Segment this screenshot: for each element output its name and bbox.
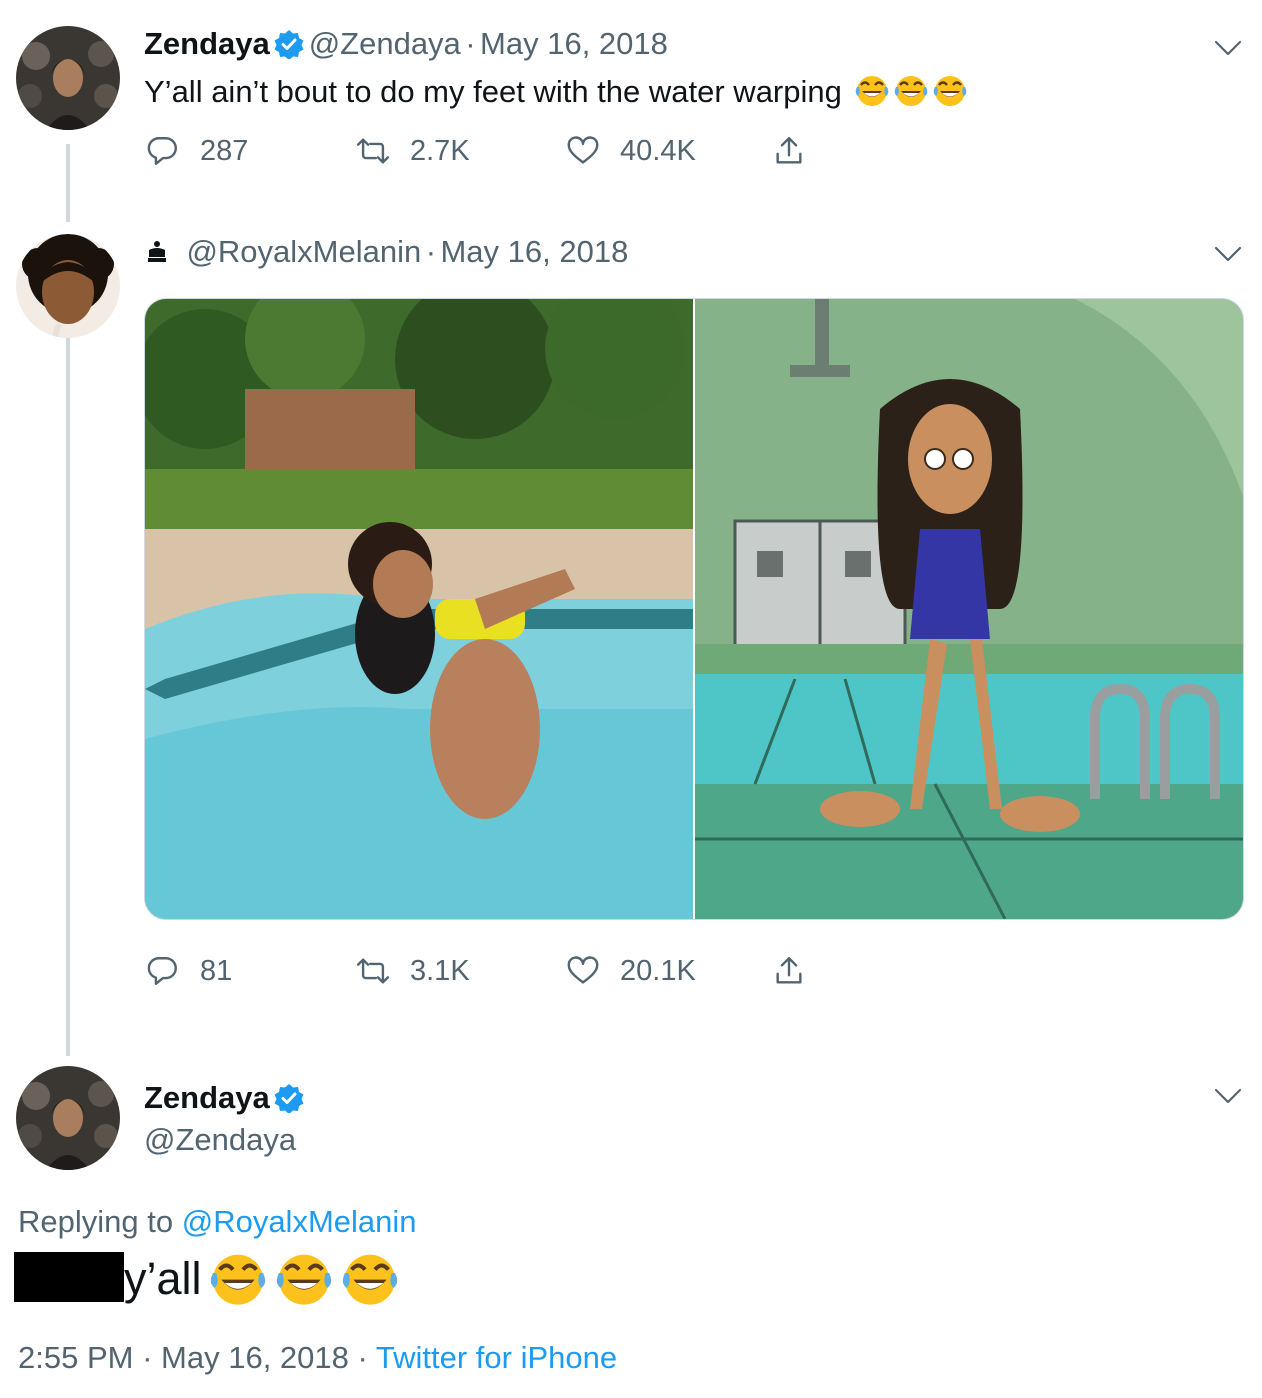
avatar[interactable]	[16, 234, 120, 338]
like-button[interactable]: 20.1K	[566, 954, 696, 988]
joy-emoji-icon	[274, 1248, 334, 1308]
tweet-date[interactable]: May 16, 2018	[161, 1340, 349, 1375]
author-handle[interactable]: @RoyalxMelanin	[186, 234, 421, 269]
chevron-down-icon[interactable]	[1213, 38, 1243, 58]
cartoon-pool-image[interactable]	[695, 299, 1243, 919]
retweet-icon	[356, 954, 390, 988]
avatar[interactable]	[16, 1066, 120, 1170]
tweet-date[interactable]: May 16, 2018	[440, 234, 628, 269]
avatar[interactable]	[16, 26, 120, 130]
share-button[interactable]	[772, 954, 826, 988]
chevron-down-icon[interactable]	[1213, 1086, 1243, 1106]
like-count: 20.1K	[620, 954, 696, 987]
separator-dot: ·	[425, 234, 437, 269]
author-handle[interactable]: @Zendaya	[144, 1122, 296, 1158]
joy-emoji-icon	[340, 1248, 400, 1308]
separator-dot: ·	[357, 1340, 368, 1375]
separator-dot: ·	[465, 26, 476, 61]
tweet-text: y’all	[124, 1253, 202, 1304]
tweet-date[interactable]: May 16, 2018	[480, 26, 668, 61]
retweet-button[interactable]: 3.1K	[356, 954, 470, 988]
thread-line	[66, 338, 70, 1056]
joy-emoji-icon	[854, 72, 890, 108]
chevron-down-icon[interactable]	[1213, 244, 1243, 264]
reply-button[interactable]: 81	[146, 954, 232, 988]
reply-button[interactable]: 287	[146, 134, 248, 168]
share-icon	[772, 134, 806, 168]
retweet-button[interactable]: 2.7K	[356, 134, 470, 168]
replying-to-handle[interactable]: @RoyalxMelanin	[182, 1204, 417, 1239]
reply-icon	[146, 134, 180, 168]
share-icon	[772, 954, 806, 988]
crown-icon	[148, 241, 166, 262]
joy-emoji-icon	[208, 1248, 268, 1308]
retweet-count: 3.1K	[410, 954, 470, 987]
retweet-icon	[356, 134, 390, 168]
separator-dot: ·	[142, 1340, 153, 1375]
tweet-source-link[interactable]: Twitter for iPhone	[376, 1340, 617, 1375]
reply-count: 287	[200, 134, 249, 167]
retweet-count: 2.7K	[410, 134, 470, 167]
media-grid	[144, 298, 1244, 920]
heart-icon	[566, 954, 600, 988]
thread-line	[66, 144, 70, 222]
verified-icon	[274, 1083, 304, 1113]
joy-emoji-icon	[893, 72, 929, 108]
tweet-text: Y’all ain’t bout to do my feet with the …	[144, 74, 842, 109]
author-name[interactable]: Zendaya	[144, 26, 270, 61]
replying-to-label: Replying to	[18, 1204, 174, 1239]
photo-pool-image[interactable]	[145, 299, 693, 919]
like-button[interactable]: 40.4K	[566, 134, 696, 168]
author-handle[interactable]: @Zendaya	[309, 26, 461, 61]
reply-count: 81	[200, 954, 233, 987]
share-button[interactable]	[772, 134, 826, 168]
joy-emoji-icon	[932, 72, 968, 108]
author-name[interactable]: Zendaya	[144, 1080, 270, 1115]
reply-icon	[146, 954, 180, 988]
tweet-time[interactable]: 2:55 PM	[18, 1340, 133, 1375]
verified-icon	[274, 29, 304, 59]
redacted-block	[14, 1252, 124, 1302]
heart-icon	[566, 134, 600, 168]
like-count: 40.4K	[620, 134, 696, 167]
